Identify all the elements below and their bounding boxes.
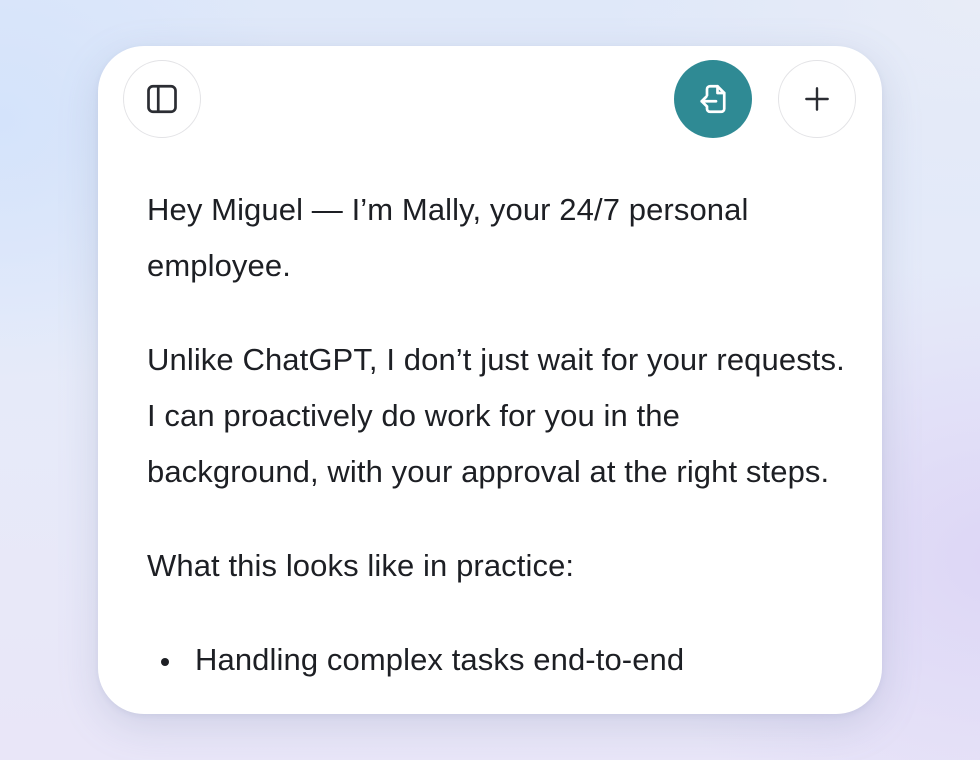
message-bullet-list: Handling complex tasks end-to-end xyxy=(147,632,847,688)
import-file-button[interactable] xyxy=(674,60,752,138)
file-import-icon xyxy=(700,84,726,114)
new-chat-button[interactable] xyxy=(778,60,856,138)
sidebar-toggle-icon xyxy=(147,84,177,114)
plus-icon xyxy=(805,87,829,111)
message-paragraph-greeting: Hey Miguel — I’m Mally, your 24/7 person… xyxy=(147,192,749,283)
sidebar-toggle-button[interactable] xyxy=(123,60,201,138)
bullet-dot xyxy=(161,658,169,666)
chat-panel: Hey Miguel — I’m Mally, your 24/7 person… xyxy=(98,46,882,714)
message-paragraph-intro: Unlike ChatGPT, I don’t just wait for yo… xyxy=(147,342,845,489)
bullet-text: Handling complex tasks end-to-end xyxy=(195,642,685,677)
assistant-message: Hey Miguel — I’m Mally, your 24/7 person… xyxy=(147,182,847,688)
list-item: Handling complex tasks end-to-end xyxy=(147,632,847,688)
message-paragraph-practice: What this looks like in practice: xyxy=(147,548,575,583)
